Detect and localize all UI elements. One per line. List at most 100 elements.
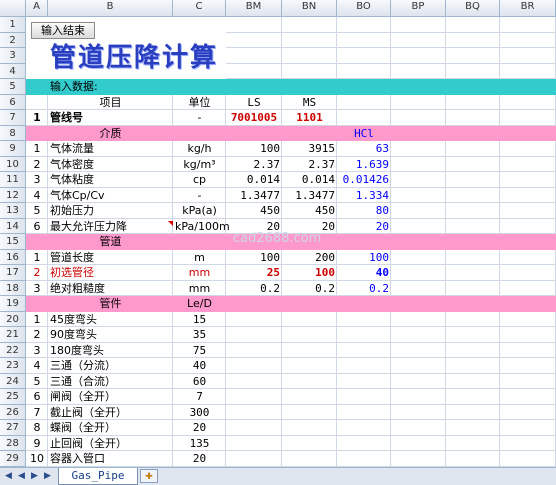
row-header-12[interactable]: 12 xyxy=(0,187,26,203)
grid-cell[interactable] xyxy=(226,451,282,467)
grid-cell[interactable] xyxy=(500,218,556,234)
row-header-19[interactable]: 19 xyxy=(0,296,26,312)
grid-cell[interactable] xyxy=(337,327,391,343)
grid-cell[interactable] xyxy=(391,249,446,265)
grid-cell[interactable] xyxy=(26,94,48,110)
row-header-11[interactable]: 11 xyxy=(0,172,26,188)
column-header-bq[interactable]: BQ xyxy=(446,0,500,17)
grid-cell[interactable] xyxy=(391,48,446,64)
row-header-28[interactable]: 28 xyxy=(0,435,26,451)
grid-cell[interactable] xyxy=(391,141,446,157)
grid-cell[interactable] xyxy=(282,17,337,33)
grid-cell[interactable] xyxy=(337,389,391,405)
grid-cell[interactable] xyxy=(337,63,391,79)
grid-cell[interactable] xyxy=(446,156,500,172)
grid-cell[interactable] xyxy=(446,280,500,296)
grid-cell[interactable] xyxy=(500,451,556,467)
grid-cell[interactable] xyxy=(337,435,391,451)
grid-cell[interactable] xyxy=(391,389,446,405)
input-end-button[interactable]: 输入结束 xyxy=(31,22,95,39)
grid-cell[interactable] xyxy=(391,203,446,219)
grid-cell[interactable] xyxy=(446,420,500,436)
grid-cell[interactable] xyxy=(446,110,500,126)
column-header-bn[interactable]: BN xyxy=(282,0,337,17)
grid-cell[interactable] xyxy=(282,451,337,467)
grid-cell[interactable] xyxy=(500,280,556,296)
grid-cell[interactable] xyxy=(391,342,446,358)
grid-cell[interactable] xyxy=(391,94,446,110)
grid-cell[interactable] xyxy=(446,342,500,358)
grid-cell[interactable] xyxy=(446,172,500,188)
first-sheet-icon[interactable]: ◀ xyxy=(3,470,14,482)
column-header-c[interactable]: C xyxy=(173,0,226,17)
select-all-corner[interactable] xyxy=(0,0,26,17)
row-header-17[interactable]: 17 xyxy=(0,265,26,281)
row-header-27[interactable]: 27 xyxy=(0,420,26,436)
grid-cell[interactable] xyxy=(500,311,556,327)
grid-cell[interactable] xyxy=(446,203,500,219)
grid-cell[interactable] xyxy=(337,342,391,358)
grid-cell[interactable] xyxy=(337,94,391,110)
grid-cell[interactable] xyxy=(446,17,500,33)
grid-cell[interactable] xyxy=(500,63,556,79)
grid-cell[interactable] xyxy=(337,358,391,374)
grid-cell[interactable] xyxy=(282,63,337,79)
grid-cell[interactable] xyxy=(226,435,282,451)
grid-cell[interactable] xyxy=(391,435,446,451)
grid-cell[interactable] xyxy=(446,187,500,203)
spreadsheet-grid[interactable]: A B C BM BN BO BP BQ BR 1 2 3 4 5 6 7 8 9 10 11 12 13 14 15 16 17… xyxy=(0,0,556,467)
row-header-1[interactable]: 1 xyxy=(0,17,26,33)
sheet-tab-gas-pipe[interactable]: Gas_Pipe xyxy=(58,468,138,485)
grid-cell[interactable] xyxy=(282,358,337,374)
grid-cell[interactable] xyxy=(337,373,391,389)
grid-cell[interactable] xyxy=(446,265,500,281)
grid-cell[interactable] xyxy=(337,420,391,436)
grid-cell[interactable] xyxy=(226,389,282,405)
grid-cell[interactable] xyxy=(226,63,282,79)
grid-cell[interactable] xyxy=(337,48,391,64)
grid-cell[interactable] xyxy=(282,373,337,389)
prev-sheet-icon[interactable]: ◀ xyxy=(16,470,27,482)
grid-cell[interactable] xyxy=(337,311,391,327)
column-header-bp[interactable]: BP xyxy=(391,0,446,17)
grid-cell[interactable] xyxy=(446,404,500,420)
grid-cell[interactable] xyxy=(391,156,446,172)
grid-cell[interactable] xyxy=(337,451,391,467)
grid-cell[interactable] xyxy=(226,404,282,420)
row-header-25[interactable]: 25 xyxy=(0,389,26,405)
row-header-18[interactable]: 18 xyxy=(0,280,26,296)
grid-cell[interactable] xyxy=(391,110,446,126)
grid-cell[interactable] xyxy=(500,358,556,374)
grid-cell[interactable] xyxy=(282,311,337,327)
grid-cell[interactable] xyxy=(500,187,556,203)
grid-cell[interactable] xyxy=(391,420,446,436)
grid-cell[interactable] xyxy=(446,218,500,234)
column-header-bo[interactable]: BO xyxy=(337,0,391,17)
grid-cell[interactable] xyxy=(282,48,337,64)
row-header-16[interactable]: 16 xyxy=(0,249,26,265)
grid-cell[interactable] xyxy=(391,17,446,33)
grid-cell[interactable] xyxy=(226,420,282,436)
grid-cell[interactable] xyxy=(446,435,500,451)
row-header-4[interactable]: 4 xyxy=(0,63,26,79)
grid-cell[interactable] xyxy=(500,420,556,436)
column-header-a[interactable]: A xyxy=(26,0,48,17)
grid-cell[interactable] xyxy=(391,358,446,374)
grid-cell[interactable] xyxy=(446,358,500,374)
row-header-3[interactable]: 3 xyxy=(0,48,26,64)
grid-cell[interactable] xyxy=(500,94,556,110)
comment-indicator[interactable] xyxy=(168,221,173,226)
grid-cell[interactable] xyxy=(337,32,391,48)
row-header-9[interactable]: 9 xyxy=(0,141,26,157)
grid-cell[interactable] xyxy=(391,373,446,389)
grid-cell[interactable] xyxy=(282,389,337,405)
grid-cell[interactable] xyxy=(500,156,556,172)
grid-cell[interactable] xyxy=(282,342,337,358)
row-header-22[interactable]: 22 xyxy=(0,342,26,358)
grid-cell[interactable] xyxy=(500,17,556,33)
column-header-bm[interactable]: BM xyxy=(226,0,282,17)
column-header-br[interactable]: BR xyxy=(500,0,556,17)
grid-cell[interactable] xyxy=(446,94,500,110)
grid-cell[interactable] xyxy=(391,187,446,203)
row-header-14[interactable]: 14 xyxy=(0,218,26,234)
